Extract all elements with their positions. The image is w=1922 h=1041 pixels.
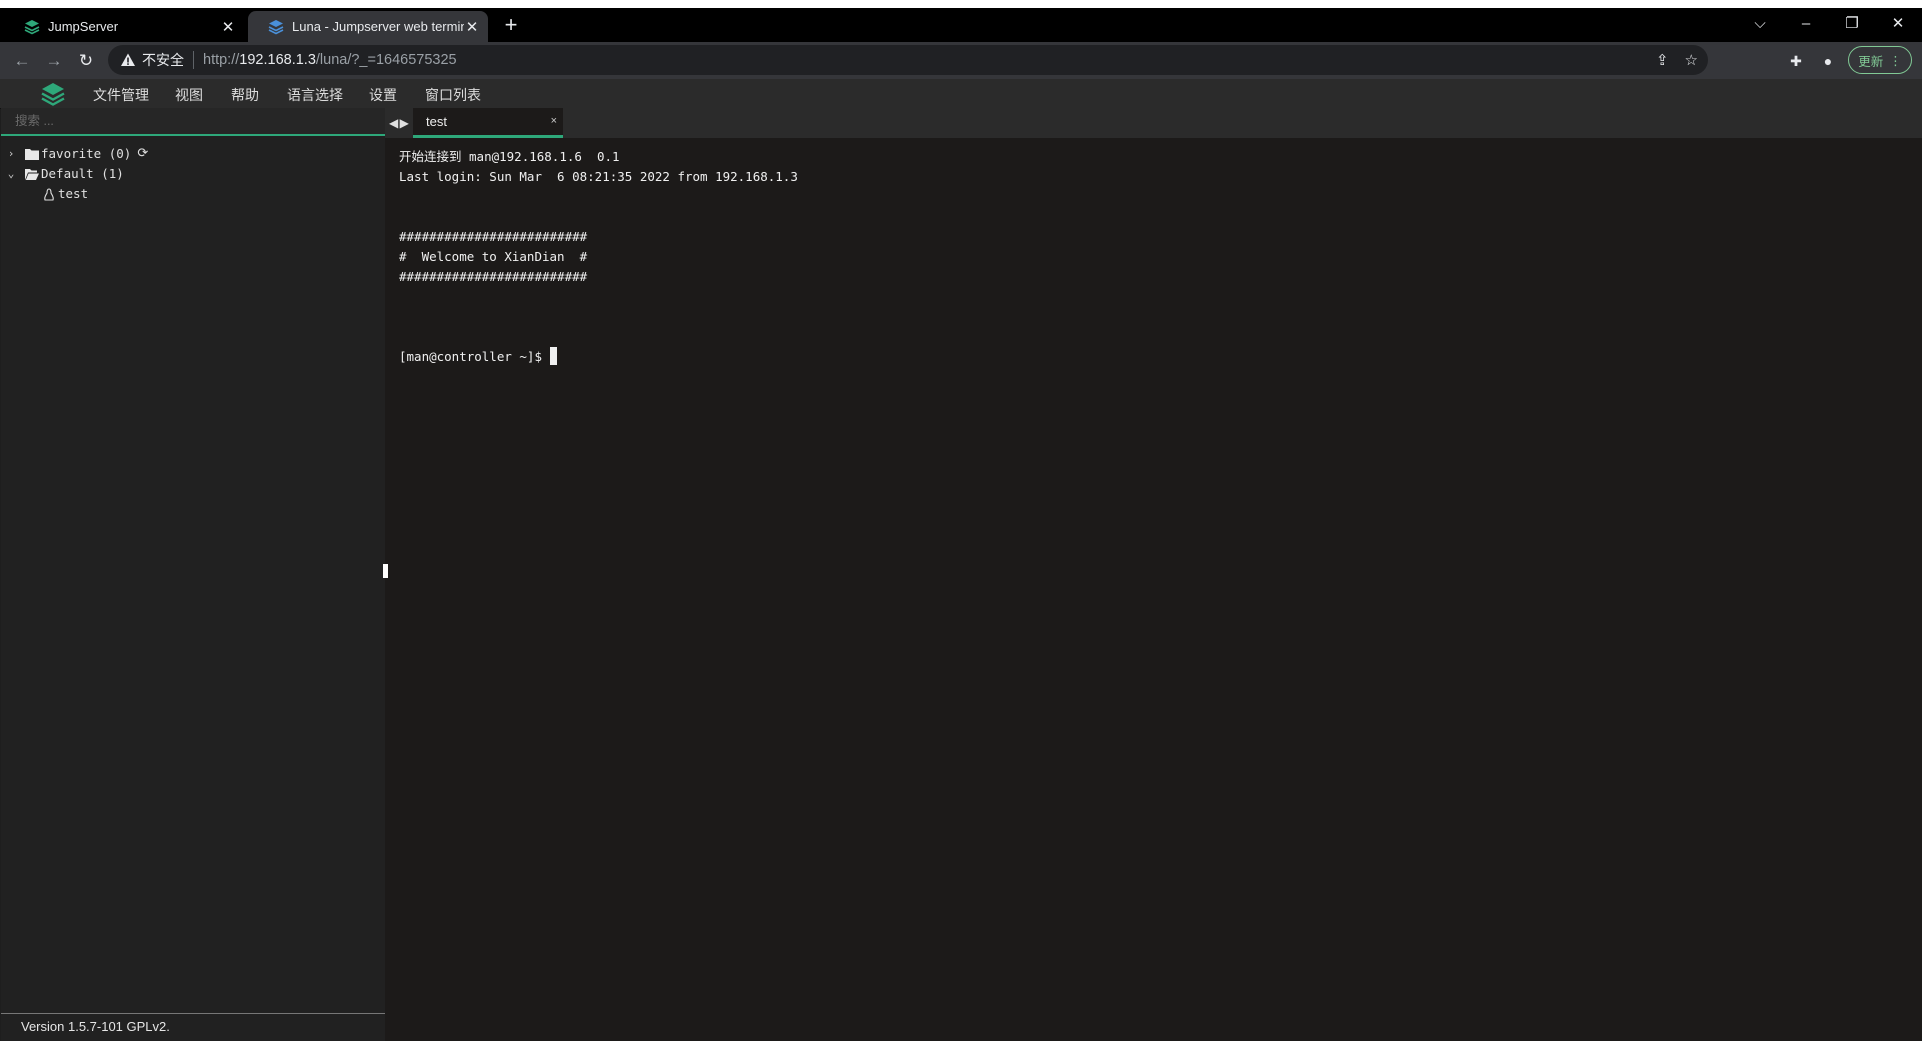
- url-scheme: http://: [203, 52, 240, 68]
- browser-window: JumpServer ✕ Luna - Jumpserver web termi…: [0, 8, 1922, 1041]
- menu-bar: 文件管理 视图 帮助 语言选择 设置 窗口列表: [0, 79, 1922, 109]
- search-input[interactable]: [1, 108, 385, 134]
- tab-title: Luna - Jumpserver web terminal: [292, 19, 464, 34]
- version-label: Version 1.5.7-101 GPLv2.: [1, 1013, 385, 1041]
- search-box: [1, 108, 385, 136]
- browser-toolbar: ← → ↻ 不安全 http://192.168.1.3/luna/?_=164…: [0, 42, 1922, 79]
- tree-node-favorite[interactable]: › favorite (0) ⟳: [1, 144, 385, 164]
- close-icon[interactable]: ✕: [464, 18, 480, 36]
- folder-open-icon: [25, 169, 39, 180]
- address-bar[interactable]: 不安全 http://192.168.1.3/luna/?_=164657532…: [108, 45, 1708, 75]
- terminal-output[interactable]: 开始连接到 man@192.168.1.6 0.1 Last login: Su…: [399, 147, 1922, 1041]
- refresh-icon[interactable]: ⟳: [137, 144, 148, 164]
- forward-icon[interactable]: →: [41, 48, 67, 74]
- menu-window-list[interactable]: 窗口列表: [425, 85, 481, 105]
- terminal-line: 开始连接到 man@192.168.1.6 0.1: [399, 149, 620, 164]
- share-icon[interactable]: ⇪: [1656, 51, 1669, 69]
- menu-settings[interactable]: 设置: [369, 85, 397, 105]
- tree-node-label: test: [58, 186, 89, 201]
- luna-logo-icon: [268, 19, 284, 34]
- divider: [193, 51, 194, 69]
- terminal-line: Last login: Sun Mar 6 08:21:35 2022 from…: [399, 169, 798, 184]
- menu-language[interactable]: 语言选择: [287, 85, 343, 105]
- url-host: 192.168.1.3: [239, 52, 316, 68]
- menu-file-manager[interactable]: 文件管理: [93, 85, 149, 105]
- more-menu-icon: ⋮: [1889, 53, 1902, 68]
- jumpserver-logo-icon: [24, 19, 40, 34]
- profile-icon[interactable]: ●: [1818, 51, 1838, 71]
- chevron-right-icon[interactable]: ›: [5, 144, 17, 164]
- terminal-line: # Welcome to XianDian #: [399, 249, 588, 264]
- tab-jumpserver[interactable]: JumpServer ✕: [4, 11, 244, 42]
- sidebar-resize-handle[interactable]: [383, 564, 388, 578]
- tree-node-label: favorite (0): [41, 146, 132, 161]
- asset-sidebar: › favorite (0) ⟳ ⌄ Default (1): [1, 108, 385, 1041]
- not-secure-label: 不安全: [142, 52, 184, 68]
- update-label: 更新: [1858, 54, 1884, 69]
- terminal-tab-label: test: [426, 114, 447, 129]
- restore-icon[interactable]: ❐: [1838, 12, 1866, 36]
- menu-view[interactable]: 视图: [175, 85, 203, 105]
- close-icon[interactable]: ✕: [220, 18, 236, 36]
- menu-help[interactable]: 帮助: [231, 85, 259, 105]
- terminal-tab-bar: ◀ ▶ test ×: [385, 108, 1922, 138]
- update-button[interactable]: 更新 ⋮: [1848, 46, 1912, 74]
- terminal-line: #########################: [399, 229, 588, 244]
- back-icon[interactable]: ←: [9, 48, 35, 74]
- chevron-down-icon[interactable]: ⌄: [5, 164, 17, 184]
- warning-icon: [121, 53, 135, 66]
- tree-node-default[interactable]: ⌄ Default (1): [1, 164, 385, 184]
- bookmark-star-icon[interactable]: ☆: [1685, 51, 1698, 69]
- linux-icon: [44, 187, 54, 201]
- tab-search-icon[interactable]: ⌵: [1746, 12, 1774, 36]
- extensions-icon[interactable]: ✚: [1786, 51, 1806, 71]
- close-icon[interactable]: ×: [551, 115, 557, 127]
- terminal-prompt-line: [man@controller ~]$: [399, 347, 1922, 367]
- tree-node-label: Default (1): [41, 166, 124, 181]
- terminal-panel: ◀ ▶ test × 开始连接到 man@192.168.1.6 0.1 Las…: [385, 108, 1922, 1041]
- tab-title: JumpServer: [48, 19, 119, 34]
- terminal-cursor: [549, 347, 557, 365]
- tab-nav-arrows-icon[interactable]: ◀ ▶: [389, 116, 409, 130]
- terminal-line: #########################: [399, 269, 588, 284]
- close-window-icon[interactable]: ✕: [1884, 12, 1912, 36]
- reload-icon[interactable]: ↻: [73, 48, 99, 74]
- asset-tree: › favorite (0) ⟳ ⌄ Default (1) test: [1, 144, 385, 204]
- tree-node-host-test[interactable]: test: [1, 184, 385, 204]
- terminal-tab-test[interactable]: test ×: [413, 108, 563, 138]
- minimize-icon[interactable]: –: [1792, 12, 1820, 36]
- tab-strip: JumpServer ✕ Luna - Jumpserver web termi…: [0, 8, 1922, 42]
- tab-luna[interactable]: Luna - Jumpserver web terminal ✕: [248, 11, 488, 42]
- new-tab-button[interactable]: +: [500, 14, 522, 36]
- url-path: /luna/?_=1646575325: [315, 52, 457, 68]
- jumpserver-logo-icon: [41, 83, 65, 106]
- luna-app: 文件管理 视图 帮助 语言选择 设置 窗口列表 › favorite (0) ⟳: [0, 79, 1922, 1041]
- folder-icon: [25, 149, 39, 160]
- terminal-prompt: [man@controller ~]$: [399, 349, 550, 364]
